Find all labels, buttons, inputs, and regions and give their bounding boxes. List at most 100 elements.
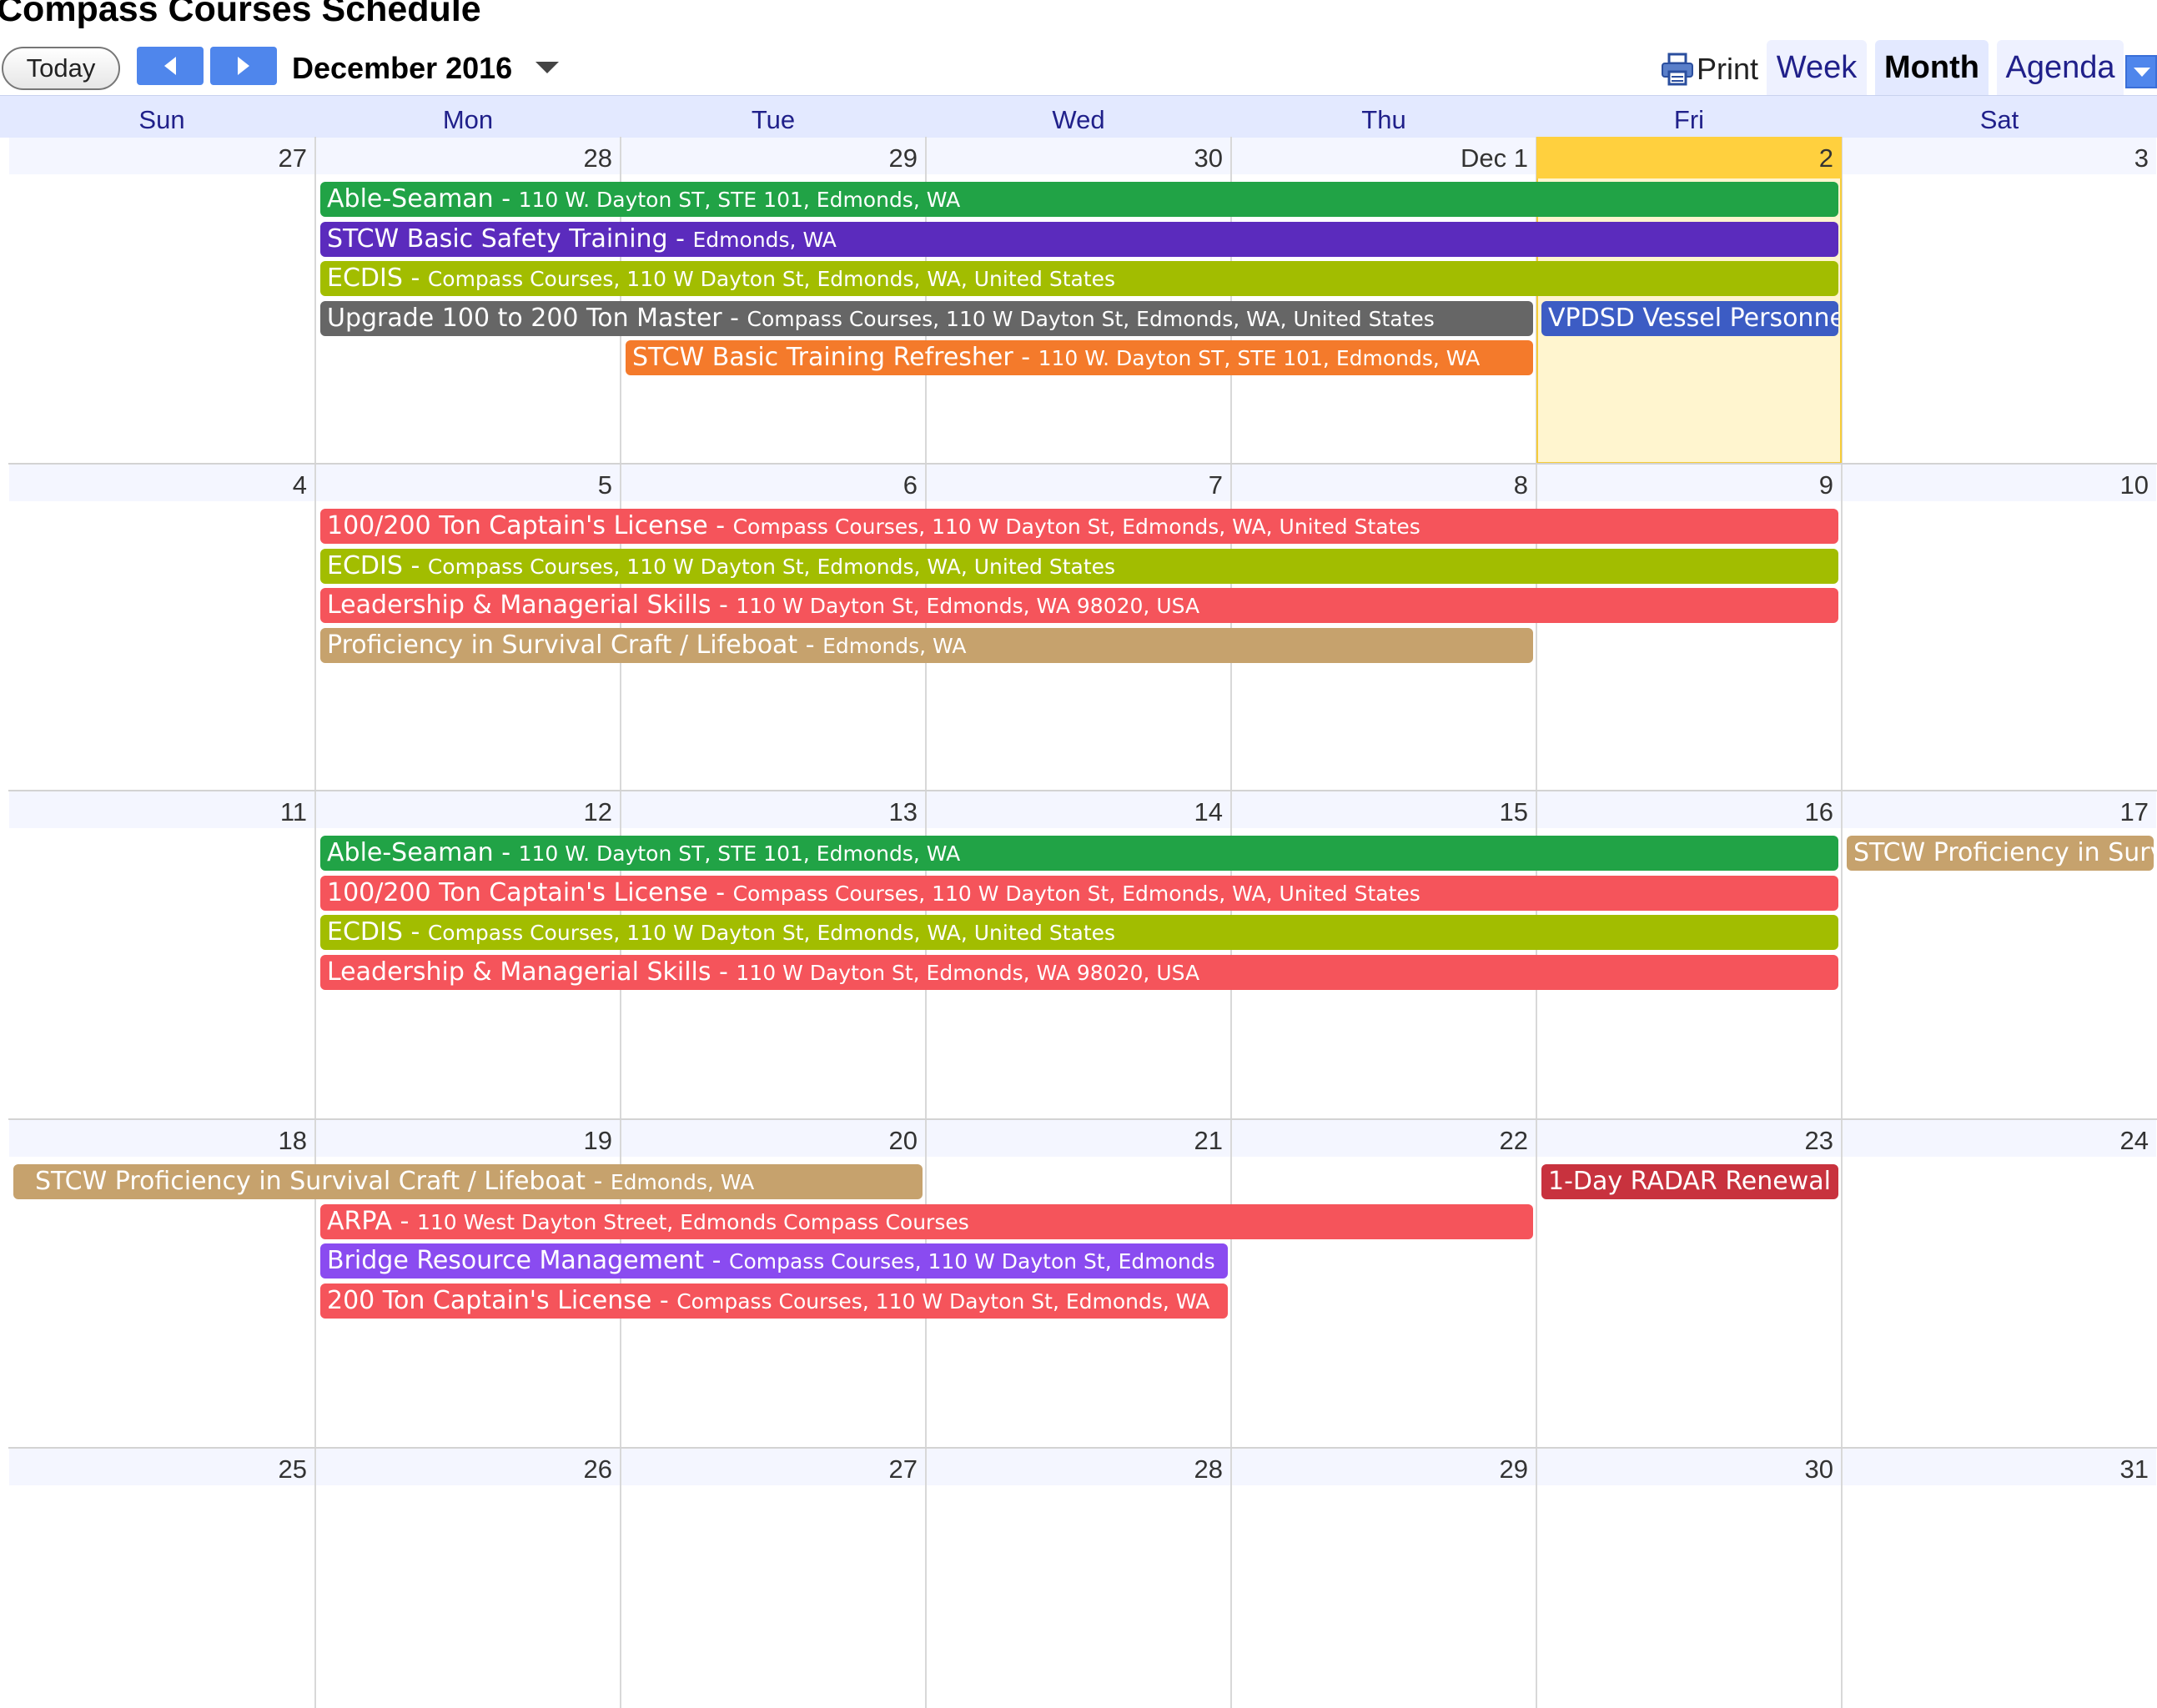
event-title: STCW Proficiency in Survival Craft / Lif… — [35, 1167, 586, 1196]
event-separator: - — [651, 1285, 677, 1315]
event-vpdsd-vessel-personnel-with-designated-security-duties[interactable]: VPDSD Vessel Personnel with Designated S… — [1541, 300, 1838, 336]
event-200-ton-captain-s-license[interactable]: 200 Ton Captain's License - Compass Cour… — [320, 1283, 1228, 1319]
caret-down-icon[interactable] — [2125, 55, 2157, 88]
event-able-seaman[interactable]: Able-Seaman - 110 W. Dayton ST, STE 101,… — [320, 836, 1838, 871]
date-number[interactable]: 13 — [621, 794, 918, 831]
tab-agenda[interactable]: Agenda — [1997, 40, 2124, 95]
date-number[interactable]: 27 — [621, 1451, 918, 1488]
event-separator: - — [1013, 343, 1038, 372]
date-number[interactable]: 6 — [621, 467, 918, 504]
date-number[interactable]: 8 — [1231, 467, 1528, 504]
date-number[interactable]: 25 — [8, 1451, 307, 1488]
event-proficiency-in-survival-craft-lifeboat[interactable]: Proficiency in Survival Craft / Lifeboat… — [320, 627, 1533, 663]
event-100-200-ton-captain-s-license[interactable]: 100/200 Ton Captain's License - Compass … — [320, 875, 1838, 911]
date-number[interactable]: 30 — [926, 140, 1223, 177]
event-title: 100/200 Ton Captain's License — [327, 877, 708, 907]
current-month-label[interactable]: December 2016 — [292, 48, 512, 88]
event-title: Proficiency in Survival Craft / Lifeboat — [327, 630, 798, 660]
date-number[interactable]: Dec 1 — [1231, 140, 1528, 177]
event-title: STCW Basic Training Refresher — [632, 343, 1013, 372]
date-number[interactable]: 5 — [315, 467, 612, 504]
date-number[interactable]: 26 — [315, 1451, 612, 1488]
date-number[interactable]: 31 — [1842, 1451, 2149, 1488]
event-separator: - — [707, 511, 733, 540]
date-number[interactable]: 29 — [1231, 1451, 1528, 1488]
event-stcw-basic-safety-training[interactable]: STCW Basic Safety Training - Edmonds, WA — [320, 221, 1838, 257]
print-button[interactable]: Print — [1660, 48, 1758, 90]
event-bridge-resource-management[interactable]: Bridge Resource Management - Compass Cou… — [320, 1243, 1228, 1278]
calendar-title: Compass Courses Schedule — [0, 0, 481, 29]
date-number[interactable]: 16 — [1536, 794, 1833, 831]
event-title: 200 Ton Captain's License — [327, 1285, 652, 1315]
date-number[interactable]: 3 — [1842, 140, 2149, 177]
tab-week[interactable]: Week — [1767, 40, 1867, 95]
date-number[interactable]: 17 — [1842, 794, 2149, 831]
caret-down-icon[interactable] — [535, 62, 559, 73]
event-location: 110 West Dayton Street, Edmonds Compass … — [416, 1209, 969, 1234]
event-location: Compass Courses, 110 W Dayton St, Edmond… — [747, 306, 1435, 331]
date-number[interactable]: 21 — [926, 1123, 1223, 1159]
event-title: ECDIS — [327, 917, 403, 947]
event-stcw-basic-training-refresher[interactable]: STCW Basic Training Refresher - 110 W. D… — [626, 340, 1533, 375]
date-number[interactable]: 4 — [8, 467, 307, 504]
event-leadership-managerial-skills[interactable]: Leadership & Managerial Skills - 110 W D… — [320, 588, 1838, 623]
event-location: Compass Courses, 110 W Dayton St, Edmond… — [427, 267, 1116, 291]
event-title: Leadership & Managerial Skills — [327, 957, 711, 987]
event-stcw-proficiency-in-survival-craft-lifeboat[interactable]: STCW Proficiency in Survival Craft / Lif… — [1847, 836, 2154, 871]
event-location: Edmonds, WA — [692, 227, 837, 252]
today-button[interactable]: Today — [2, 47, 120, 90]
event-location: Edmonds, WA — [610, 1170, 755, 1194]
event-location: Compass Courses, 110 W Dayton St, Edmond… — [728, 1249, 1215, 1273]
event-leadership-managerial-skills[interactable]: Leadership & Managerial Skills - 110 W D… — [320, 954, 1838, 990]
event-100-200-ton-captain-s-license[interactable]: 100/200 Ton Captain's License - Compass … — [320, 509, 1838, 544]
event-stcw-proficiency-in-survival-craft-lifeboat[interactable]: STCW Proficiency in Survival Craft / Lif… — [13, 1164, 923, 1199]
event-location: Compass Courses, 110 W Dayton St, Edmond… — [427, 921, 1116, 945]
prev-month-button[interactable] — [137, 47, 204, 85]
date-number[interactable]: 11 — [8, 794, 307, 831]
date-number[interactable]: 7 — [926, 467, 1223, 504]
event-ecdis[interactable]: ECDIS - Compass Courses, 110 W Dayton St… — [320, 915, 1838, 950]
date-number[interactable]: 18 — [8, 1123, 307, 1159]
event-title: 100/200 Ton Captain's License — [327, 511, 708, 540]
event-separator: - — [402, 917, 428, 947]
date-number[interactable]: 19 — [315, 1123, 612, 1159]
event-location: Compass Courses, 110 W Dayton St, Edmond… — [732, 515, 1420, 539]
date-number[interactable]: 10 — [1842, 467, 2149, 504]
date-number[interactable]: 27 — [8, 140, 307, 177]
event-separator: - — [711, 957, 737, 987]
event-separator: - — [493, 184, 519, 214]
event-location: Compass Courses, 110 W Dayton St, Edmond… — [427, 554, 1116, 579]
event-separator: - — [402, 264, 428, 293]
event-location: 110 W. Dayton ST, STE 101, Edmonds, WA — [518, 841, 961, 866]
tab-month[interactable]: Month — [1875, 40, 1989, 95]
date-number[interactable]: 28 — [926, 1451, 1223, 1488]
date-number[interactable]: 22 — [1231, 1123, 1528, 1159]
event-location: 110 W. Dayton ST, STE 101, Edmonds, WA — [1038, 346, 1481, 370]
event-1-day-radar-renewal[interactable]: 1-Day RADAR Renewal — [1541, 1164, 1838, 1199]
event-title: ARPA — [327, 1206, 393, 1236]
date-number[interactable]: 23 — [1536, 1123, 1833, 1159]
date-number[interactable]: 2 — [1536, 140, 1833, 177]
date-number[interactable]: 14 — [926, 794, 1223, 831]
event-ecdis[interactable]: ECDIS - Compass Courses, 110 W Dayton St… — [320, 261, 1838, 296]
event-separator: - — [493, 838, 519, 867]
date-number[interactable]: 29 — [621, 140, 918, 177]
event-arpa[interactable]: ARPA - 110 West Dayton Street, Edmonds C… — [320, 1203, 1533, 1239]
date-number[interactable]: 28 — [315, 140, 612, 177]
date-number[interactable]: 30 — [1536, 1451, 1833, 1488]
date-number[interactable]: 20 — [621, 1123, 918, 1159]
event-title: VPDSD Vessel Personnel with Designated S… — [1548, 303, 1838, 333]
event-separator: - — [711, 590, 737, 620]
event-location: 110 W Dayton St, Edmonds, WA 98020, USA — [736, 594, 1200, 618]
event-location: 110 W Dayton St, Edmonds, WA 98020, USA — [736, 960, 1200, 985]
event-able-seaman[interactable]: Able-Seaman - 110 W. Dayton ST, STE 101,… — [320, 182, 1838, 217]
event-title: STCW Proficiency in Survival Craft / Lif… — [1853, 838, 2154, 867]
date-number[interactable]: 15 — [1231, 794, 1528, 831]
event-upgrade-100-to-200-ton-master[interactable]: Upgrade 100 to 200 Ton Master - Compass … — [320, 300, 1533, 336]
printer-icon — [1662, 53, 1693, 86]
date-number[interactable]: 12 — [315, 794, 612, 831]
date-number[interactable]: 24 — [1842, 1123, 2149, 1159]
date-number[interactable]: 9 — [1536, 467, 1833, 504]
next-month-button[interactable] — [210, 47, 277, 85]
event-ecdis[interactable]: ECDIS - Compass Courses, 110 W Dayton St… — [320, 548, 1838, 584]
